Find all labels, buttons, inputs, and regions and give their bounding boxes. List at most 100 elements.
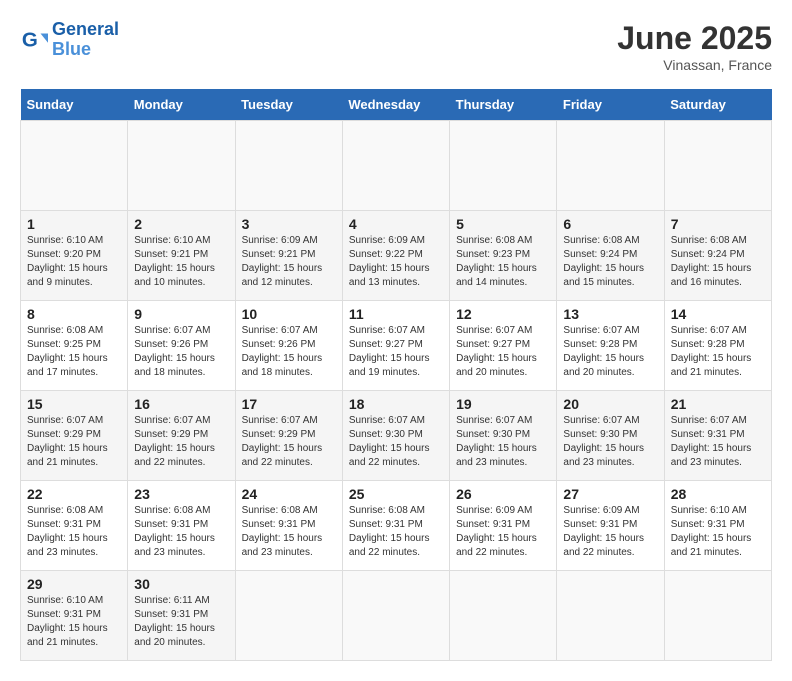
- day-info: Sunrise: 6:07 AMSunset: 9:26 PMDaylight:…: [242, 324, 336, 380]
- calendar-cell-20: 14 Sunrise: 6:07 AMSunset: 9:28 PMDayligh…: [664, 301, 771, 391]
- day-number: 18: [349, 396, 443, 412]
- calendar-cell-40: [557, 571, 664, 661]
- calendar-cell-16: 10Sunrise: 6:07 AMSunset: 9:26 PMDayligh…: [235, 301, 342, 391]
- day-number: 11: [349, 306, 443, 322]
- day-info: Sunrise: 6:09 AMSunset: 9:31 PMDaylight:…: [456, 504, 550, 560]
- day-number: 7: [671, 216, 765, 232]
- day-info: Sunrise: 6:09 AMSunset: 9:22 PMDaylight:…: [349, 234, 443, 290]
- day-number: 23: [134, 486, 228, 502]
- day-info: Sunrise: 6:10 AMSunset: 9:21 PMDaylight:…: [134, 234, 228, 290]
- day-number: 30: [134, 576, 228, 592]
- calendar-cell-9: 3 Sunrise: 6:09 AMSunset: 9:21 PMDaylight…: [235, 211, 342, 301]
- page-header: G General Blue June 2025 Vinassan, Franc…: [20, 20, 772, 73]
- day-number: 6: [563, 216, 657, 232]
- day-info: Sunrise: 6:07 AMSunset: 9:30 PMDaylight:…: [563, 414, 657, 470]
- calendar-cell-13: 7 Sunrise: 6:08 AMSunset: 9:24 PMDaylight…: [664, 211, 771, 301]
- day-info: Sunrise: 6:10 AMSunset: 9:31 PMDaylight:…: [27, 594, 121, 650]
- day-info: Sunrise: 6:08 AMSunset: 9:31 PMDaylight:…: [134, 504, 228, 560]
- calendar-cell-31: 25 Sunrise: 6:08 AMSunset: 9:31 PMDayligh…: [342, 481, 449, 571]
- calendar-cell-22: 16Sunrise: 6:07 AMSunset: 9:29 PMDayligh…: [128, 391, 235, 481]
- day-info: Sunrise: 6:08 AMSunset: 9:31 PMDaylight:…: [349, 504, 443, 560]
- day-info: Sunrise: 6:08 AMSunset: 9:31 PMDaylight:…: [27, 504, 121, 560]
- calendar-cell-17: 11 Sunrise: 6:07 AMSunset: 9:27 PMDayligh…: [342, 301, 449, 391]
- calendar-cell-30: 24 Sunrise: 6:08 AMSunset: 9:31 PMDayligh…: [235, 481, 342, 571]
- calendar-cell-29: 23 Sunrise: 6:08 AMSunset: 9:31 PMDayligh…: [128, 481, 235, 571]
- col-monday: Monday: [128, 89, 235, 121]
- day-info: Sunrise: 6:08 AMSunset: 9:24 PMDaylight:…: [671, 234, 765, 290]
- calendar-cell-27: 21Sunrise: 6:07 AMSunset: 9:31 PMDayligh…: [664, 391, 771, 481]
- calendar-cell-36: 30 Sunrise: 6:11 AMSunset: 9:31 PMDayligh…: [128, 571, 235, 661]
- day-info: Sunrise: 6:08 AMSunset: 9:23 PMDaylight:…: [456, 234, 550, 290]
- day-info: Sunrise: 6:07 AMSunset: 9:27 PMDaylight:…: [349, 324, 443, 380]
- day-info: Sunrise: 6:07 AMSunset: 9:28 PMDaylight:…: [671, 324, 765, 380]
- day-number: 16: [134, 396, 228, 412]
- calendar-cell-5: [557, 121, 664, 211]
- day-info: Sunrise: 6:10 AMSunset: 9:20 PMDaylight:…: [27, 234, 121, 290]
- calendar-cell-37: [235, 571, 342, 661]
- calendar-cell-12: 6Sunrise: 6:08 AMSunset: 9:24 PMDaylight…: [557, 211, 664, 301]
- col-saturday: Saturday: [664, 89, 771, 121]
- calendar-cell-33: 27Sunrise: 6:09 AMSunset: 9:31 PMDayligh…: [557, 481, 664, 571]
- calendar-cell-28: 22 Sunrise: 6:08 AMSunset: 9:31 PMDayligh…: [21, 481, 128, 571]
- day-info: Sunrise: 6:09 AMSunset: 9:21 PMDaylight:…: [242, 234, 336, 290]
- day-info: Sunrise: 6:11 AMSunset: 9:31 PMDaylight:…: [134, 594, 228, 650]
- location: Vinassan, France: [617, 57, 772, 73]
- day-info: Sunrise: 6:07 AMSunset: 9:30 PMDaylight:…: [349, 414, 443, 470]
- day-number: 12: [456, 306, 550, 322]
- week-row-4: 15 Sunrise: 6:07 AMSunset: 9:29 PMDayligh…: [21, 391, 772, 481]
- day-number: 29: [27, 576, 121, 592]
- col-friday: Friday: [557, 89, 664, 121]
- week-row-5: 22 Sunrise: 6:08 AMSunset: 9:31 PMDayligh…: [21, 481, 772, 571]
- day-info: Sunrise: 6:07 AMSunset: 9:30 PMDaylight:…: [456, 414, 550, 470]
- day-number: 19: [456, 396, 550, 412]
- logo: G General Blue: [20, 20, 119, 60]
- day-number: 28: [671, 486, 765, 502]
- calendar-cell-23: 17 Sunrise: 6:07 AMSunset: 9:29 PMDayligh…: [235, 391, 342, 481]
- day-number: 9: [134, 306, 228, 322]
- day-number: 1: [27, 216, 121, 232]
- calendar-cell-14: 8Sunrise: 6:08 AMSunset: 9:25 PMDaylight…: [21, 301, 128, 391]
- calendar-cell-25: 19 Sunrise: 6:07 AMSunset: 9:30 PMDayligh…: [450, 391, 557, 481]
- calendar-cell-7: 1 Sunrise: 6:10 AMSunset: 9:20 PMDaylight…: [21, 211, 128, 301]
- calendar-cell-6: [664, 121, 771, 211]
- logo-line2: Blue: [52, 39, 91, 59]
- calendar-cell-32: 26 Sunrise: 6:09 AMSunset: 9:31 PMDayligh…: [450, 481, 557, 571]
- day-number: 3: [242, 216, 336, 232]
- col-tuesday: Tuesday: [235, 89, 342, 121]
- day-number: 4: [349, 216, 443, 232]
- calendar-cell-34: 28 Sunrise: 6:10 AMSunset: 9:31 PMDayligh…: [664, 481, 771, 571]
- calendar-header-row: Sunday Monday Tuesday Wednesday Thursday…: [21, 89, 772, 121]
- calendar-cell-4: [450, 121, 557, 211]
- day-number: 27: [563, 486, 657, 502]
- day-number: 26: [456, 486, 550, 502]
- day-info: Sunrise: 6:07 AMSunset: 9:27 PMDaylight:…: [456, 324, 550, 380]
- day-number: 5: [456, 216, 550, 232]
- day-info: Sunrise: 6:07 AMSunset: 9:26 PMDaylight:…: [134, 324, 228, 380]
- day-number: 22: [27, 486, 121, 502]
- day-info: Sunrise: 6:07 AMSunset: 9:29 PMDaylight:…: [242, 414, 336, 470]
- logo-text: General Blue: [52, 20, 119, 60]
- calendar-cell-0: [21, 121, 128, 211]
- calendar-cell-2: [235, 121, 342, 211]
- day-number: 20: [563, 396, 657, 412]
- col-wednesday: Wednesday: [342, 89, 449, 121]
- day-number: 24: [242, 486, 336, 502]
- day-number: 14: [671, 306, 765, 322]
- calendar-cell-21: 15Sunrise: 6:07 AMSunset: 9:29 PMDayligh…: [21, 391, 128, 481]
- calendar-cell-26: 20 Sunrise: 6:07 AMSunset: 9:30 PMDayligh…: [557, 391, 664, 481]
- calendar-cell-15: 9 Sunrise: 6:07 AMSunset: 9:26 PMDaylight…: [128, 301, 235, 391]
- day-info: Sunrise: 6:08 AMSunset: 9:31 PMDaylight:…: [242, 504, 336, 560]
- day-info: Sunrise: 6:07 AMSunset: 9:31 PMDaylight:…: [671, 414, 765, 470]
- calendar-cell-35: 29 Sunrise: 6:10 AMSunset: 9:31 PMDayligh…: [21, 571, 128, 661]
- svg-text:G: G: [22, 28, 38, 51]
- col-thursday: Thursday: [450, 89, 557, 121]
- day-number: 25: [349, 486, 443, 502]
- day-info: Sunrise: 6:08 AMSunset: 9:25 PMDaylight:…: [27, 324, 121, 380]
- calendar-cell-39: [450, 571, 557, 661]
- day-number: 17: [242, 396, 336, 412]
- calendar-cell-11: 5 Sunrise: 6:08 AMSunset: 9:23 PMDaylight…: [450, 211, 557, 301]
- calendar: Sunday Monday Tuesday Wednesday Thursday…: [20, 89, 772, 661]
- week-row-2: 1 Sunrise: 6:10 AMSunset: 9:20 PMDaylight…: [21, 211, 772, 301]
- day-info: Sunrise: 6:10 AMSunset: 9:31 PMDaylight:…: [671, 504, 765, 560]
- day-number: 15: [27, 396, 121, 412]
